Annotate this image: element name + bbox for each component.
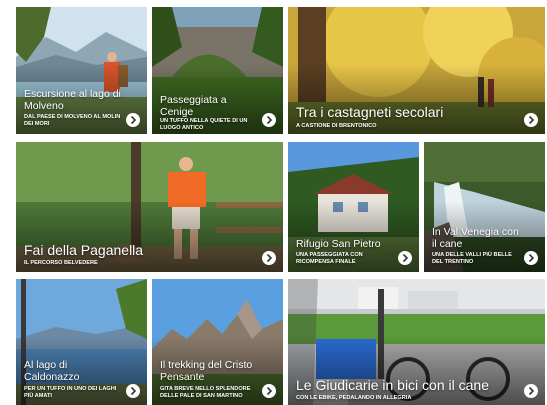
tile-arrow-button[interactable]: [126, 384, 140, 398]
tile-arrow-button[interactable]: [524, 251, 538, 265]
tile-title: Al lago di Caldonazzo: [24, 359, 80, 383]
tile-title: In Val Venegia con il cane: [432, 226, 519, 250]
tile-subtitle: Per un tuffo in uno dei laghi più amati: [24, 386, 117, 400]
tile-cristo-pensante[interactable]: Il trekking del Cristo Pensante Gita bre…: [152, 279, 283, 405]
tile-subtitle: A Castione di Brentonico: [296, 123, 377, 130]
chevron-right-icon: [528, 386, 535, 396]
tile-title: Le Giudicarie in bici con il cane: [296, 377, 489, 393]
tile-subtitle: Dal paese di Molveno al Molin dei Mori: [24, 114, 121, 128]
tile-arrow-button[interactable]: [262, 113, 276, 127]
tile-title: Il trekking del Cristo Pensante: [160, 359, 253, 383]
tile-arrow-button[interactable]: [262, 251, 276, 265]
tile-arrow-button[interactable]: [398, 251, 412, 265]
tile-giudicarie-bici[interactable]: Le Giudicarie in bici con il cane Con le…: [288, 279, 545, 405]
tile-subtitle: Un tuffo nella quiete di un luogo antico: [160, 118, 248, 132]
tile-subtitle: Il percorso belvedere: [24, 260, 98, 267]
tile-title: Fai della Paganella: [24, 242, 144, 258]
tile-subtitle: Una passeggiata con ricompensa finale: [296, 252, 363, 266]
chevron-right-icon: [266, 253, 273, 263]
tile-cenige[interactable]: Passeggiata a Cenige Un tuffo nella quie…: [152, 7, 283, 134]
tile-caldonazzo[interactable]: Al lago di Caldonazzo Per un tuffo in un…: [16, 279, 147, 405]
tile-subtitle: Con le ebike, pedalando in allegria: [296, 395, 412, 402]
tile-paganella[interactable]: Fai della Paganella Il percorso belveder…: [16, 142, 283, 272]
tile-val-venegia[interactable]: In Val Venegia con il cane Una delle val…: [424, 142, 545, 272]
tile-title: Rifugio San Pietro: [296, 237, 381, 250]
chevron-right-icon: [266, 386, 273, 396]
tile-title: Tra i castagneti secolari: [296, 104, 444, 120]
tile-title: Passeggiata a Cenige: [160, 94, 227, 118]
chevron-right-icon: [528, 253, 535, 263]
chevron-right-icon: [130, 386, 137, 396]
tile-rifugio-san-pietro[interactable]: Rifugio San Pietro Una passeggiata con r…: [288, 142, 419, 272]
chevron-right-icon: [130, 115, 137, 125]
chevron-right-icon: [266, 115, 273, 125]
tile-castagneti[interactable]: Tra i castagneti secolari A Castione di …: [288, 7, 545, 134]
tile-arrow-button[interactable]: [262, 384, 276, 398]
tile-subtitle: Gita breve nello splendore delle Pale di…: [160, 386, 251, 400]
tile-arrow-button[interactable]: [126, 113, 140, 127]
tile-arrow-button[interactable]: [524, 113, 538, 127]
tile-title: Escursione al lago di Molveno: [24, 88, 121, 112]
tile-subtitle: Una delle valli più belle del Trentino: [432, 252, 512, 266]
chevron-right-icon: [402, 253, 409, 263]
tile-arrow-button[interactable]: [524, 384, 538, 398]
chevron-right-icon: [528, 115, 535, 125]
tile-molveno[interactable]: Escursione al lago di Molveno Dal paese …: [16, 7, 147, 134]
